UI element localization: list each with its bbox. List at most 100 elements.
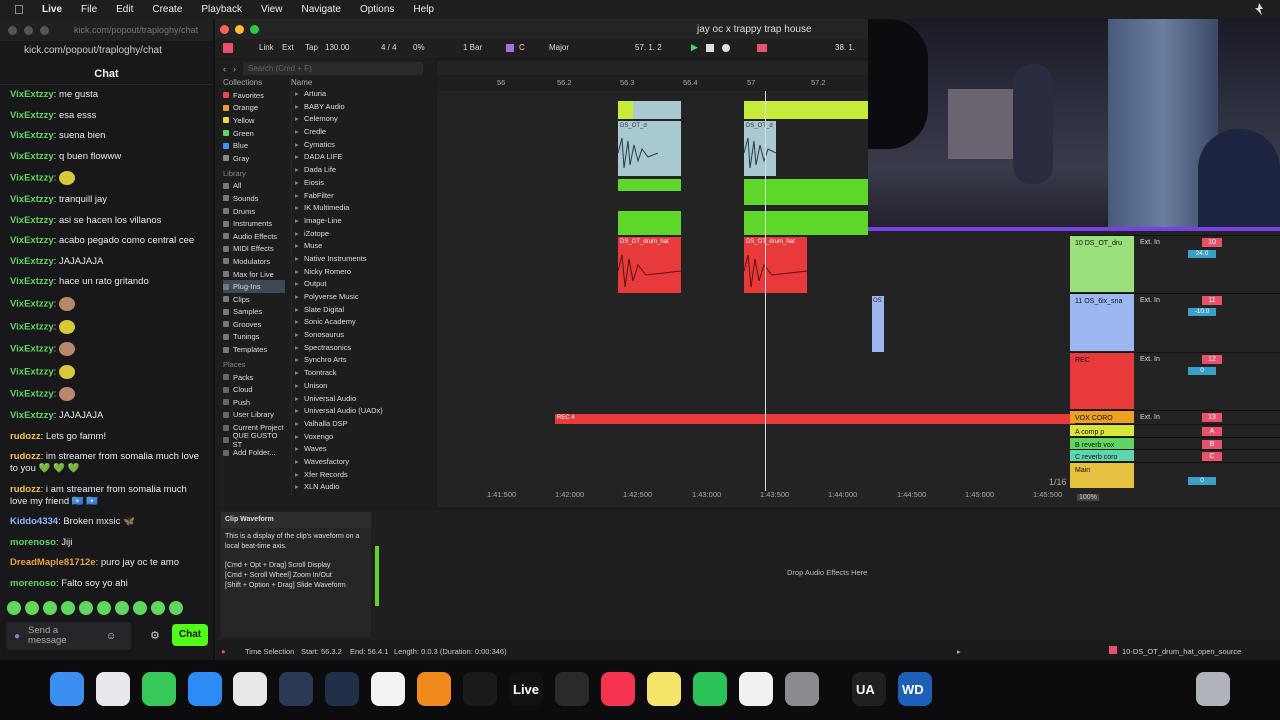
clip-green[interactable] [618,211,681,235]
plugin-folder[interactable]: Eiosis [292,178,429,191]
link-button[interactable]: Link [259,43,274,52]
plugin-folder[interactable]: Credle [292,127,429,140]
plugin-folder[interactable]: Spectrasonics [292,343,429,356]
play-icon[interactable]: ▶ [691,42,698,53]
menu-file[interactable]: File [81,4,97,15]
drum-hat-clip[interactable]: DS_OT_drum_hat [618,237,681,293]
tap-button[interactable]: Tap [305,43,318,52]
close-window-button[interactable] [8,25,17,35]
track-header[interactable]: 10 DS_OT_dru Ext. In 10 24.0 [1070,235,1280,292]
track-activator[interactable]: B [1202,440,1222,449]
chat-username[interactable]: VixExtzzy [10,235,54,246]
apple-icon[interactable]:  [14,3,26,16]
menu-playback[interactable]: Playback [201,4,242,15]
plugin-folder[interactable]: FabFilter [292,191,429,204]
plugin-folder[interactable]: Synchro Arts [292,355,429,368]
plugin-folder[interactable]: Toontrack [292,368,429,381]
chat-username[interactable]: VixExtzzy [10,89,54,100]
chat-username[interactable]: rudozz [10,451,41,462]
track-name[interactable]: 10 DS_OT_dru [1075,240,1122,247]
place-item[interactable]: Cloud [223,383,285,396]
chat-username[interactable]: VixExtzzy [10,256,54,267]
automation-arm-icon[interactable] [757,44,767,52]
plugin-folder[interactable]: Unison [292,381,429,394]
track-header[interactable]: VOX CORO Ext. In 13 [1070,410,1280,423]
zoom-window-button[interactable] [250,25,259,34]
minimize-window-button[interactable] [235,25,244,34]
track-input[interactable]: Ext. In [1140,297,1160,304]
place-item[interactable]: User Library [223,409,285,422]
chat-username[interactable]: VixExtzzy [10,366,54,377]
control-icon[interactable] [1254,3,1264,15]
emote-icon[interactable] [61,601,75,615]
rec-clip[interactable]: REC 4 [555,414,1075,424]
menu-navigate[interactable]: Navigate [301,4,340,15]
library-item[interactable]: Templates [223,343,285,356]
track-name[interactable]: Main [1075,467,1090,474]
music-icon[interactable] [601,672,635,706]
plugin-folder[interactable]: Arturia [292,89,429,102]
library-item[interactable]: Audio Effects [223,230,285,243]
track-header[interactable]: A comp p A [1070,424,1280,436]
whatsapp-icon[interactable] [693,672,727,706]
place-item[interactable]: QUE GUSTO ST [223,431,285,449]
os-clip[interactable]: OS [872,296,884,352]
track-name[interactable]: C reverb coro [1075,454,1117,461]
track-name[interactable]: 11 OS_6ix_sna [1075,298,1122,305]
track-activator[interactable]: 11 [1202,296,1222,305]
obs-icon[interactable] [555,672,589,706]
track-activator[interactable]: 10 [1202,238,1222,247]
menu-options[interactable]: Options [360,4,394,15]
link-icon[interactable] [463,672,497,706]
plugin-folder[interactable]: Output [292,279,429,292]
drum-hat-clip[interactable]: DS_OT_drum_hat [744,237,807,293]
song-position[interactable]: 57. 1. 2 [635,43,662,52]
chrome-icon[interactable] [233,672,267,706]
grid-setting[interactable]: 1/16 [1049,477,1067,487]
library-item[interactable]: Modulators [223,255,285,268]
menu-app-live[interactable]: Live [42,4,62,15]
record-icon[interactable] [722,44,730,52]
track-activator[interactable]: 12 [1202,355,1222,364]
plugin-folder[interactable]: XLN Audio [292,482,429,495]
emoji-icon[interactable]: ☺ [106,631,116,642]
emote-icon[interactable] [169,601,183,615]
plugin-folder[interactable]: Universal Audio (UADx) [292,406,429,419]
collection-item[interactable]: Blue [223,139,285,152]
library-item[interactable]: Sounds [223,192,285,205]
plugin-folder[interactable]: Native Instruments [292,254,429,267]
track-input[interactable]: Ext. In [1140,239,1160,246]
menu-edit[interactable]: Edit [116,4,133,15]
quantize-menu[interactable]: 1 Bar [463,43,482,52]
back-icon[interactable]: ‹ [223,64,226,74]
library-item[interactable]: Drums [223,205,285,218]
drop-audio-effects[interactable]: Drop Audio Effects Here [787,568,867,577]
emote-icon[interactable] [43,601,57,615]
plugin-folder[interactable]: Valhalla DSP [292,419,429,432]
chat-username[interactable]: morenoso [10,537,56,548]
track-header[interactable]: B reverb vox B [1070,437,1280,449]
plugin-folder[interactable]: Universal Audio [292,394,429,407]
track-name[interactable]: VOX CORO [1075,415,1113,422]
plugin-icon-2[interactable] [325,672,359,706]
track-input[interactable]: Ext. In [1140,356,1160,363]
track-header[interactable]: Main 0 [1070,462,1280,488]
send-chat-button[interactable]: Chat [172,624,208,646]
zoom-window-button[interactable] [40,25,49,35]
time-signature[interactable]: 4 / 4 [381,43,397,52]
library-item[interactable]: Grooves [223,318,285,331]
collection-item[interactable]: Yellow [223,114,285,127]
zoom-level[interactable]: 100% [1077,494,1099,501]
emote-icon[interactable] [7,601,21,615]
audio-clip[interactable]: DS_OT_d [744,121,776,176]
emote-icon[interactable] [115,601,129,615]
chat-username[interactable]: VixExtzzy [10,321,54,332]
chat-username[interactable]: VixExtzzy [10,130,54,141]
clip-green[interactable] [618,179,681,191]
track-header[interactable]: REC Ext. In 12 0 [1070,352,1280,409]
close-window-button[interactable] [220,25,229,34]
settings-icon[interactable] [785,672,819,706]
plugin-folder[interactable]: DADA LIFE [292,152,429,165]
clip-selected[interactable] [633,101,681,119]
view-toggle-icon[interactable] [223,43,233,53]
